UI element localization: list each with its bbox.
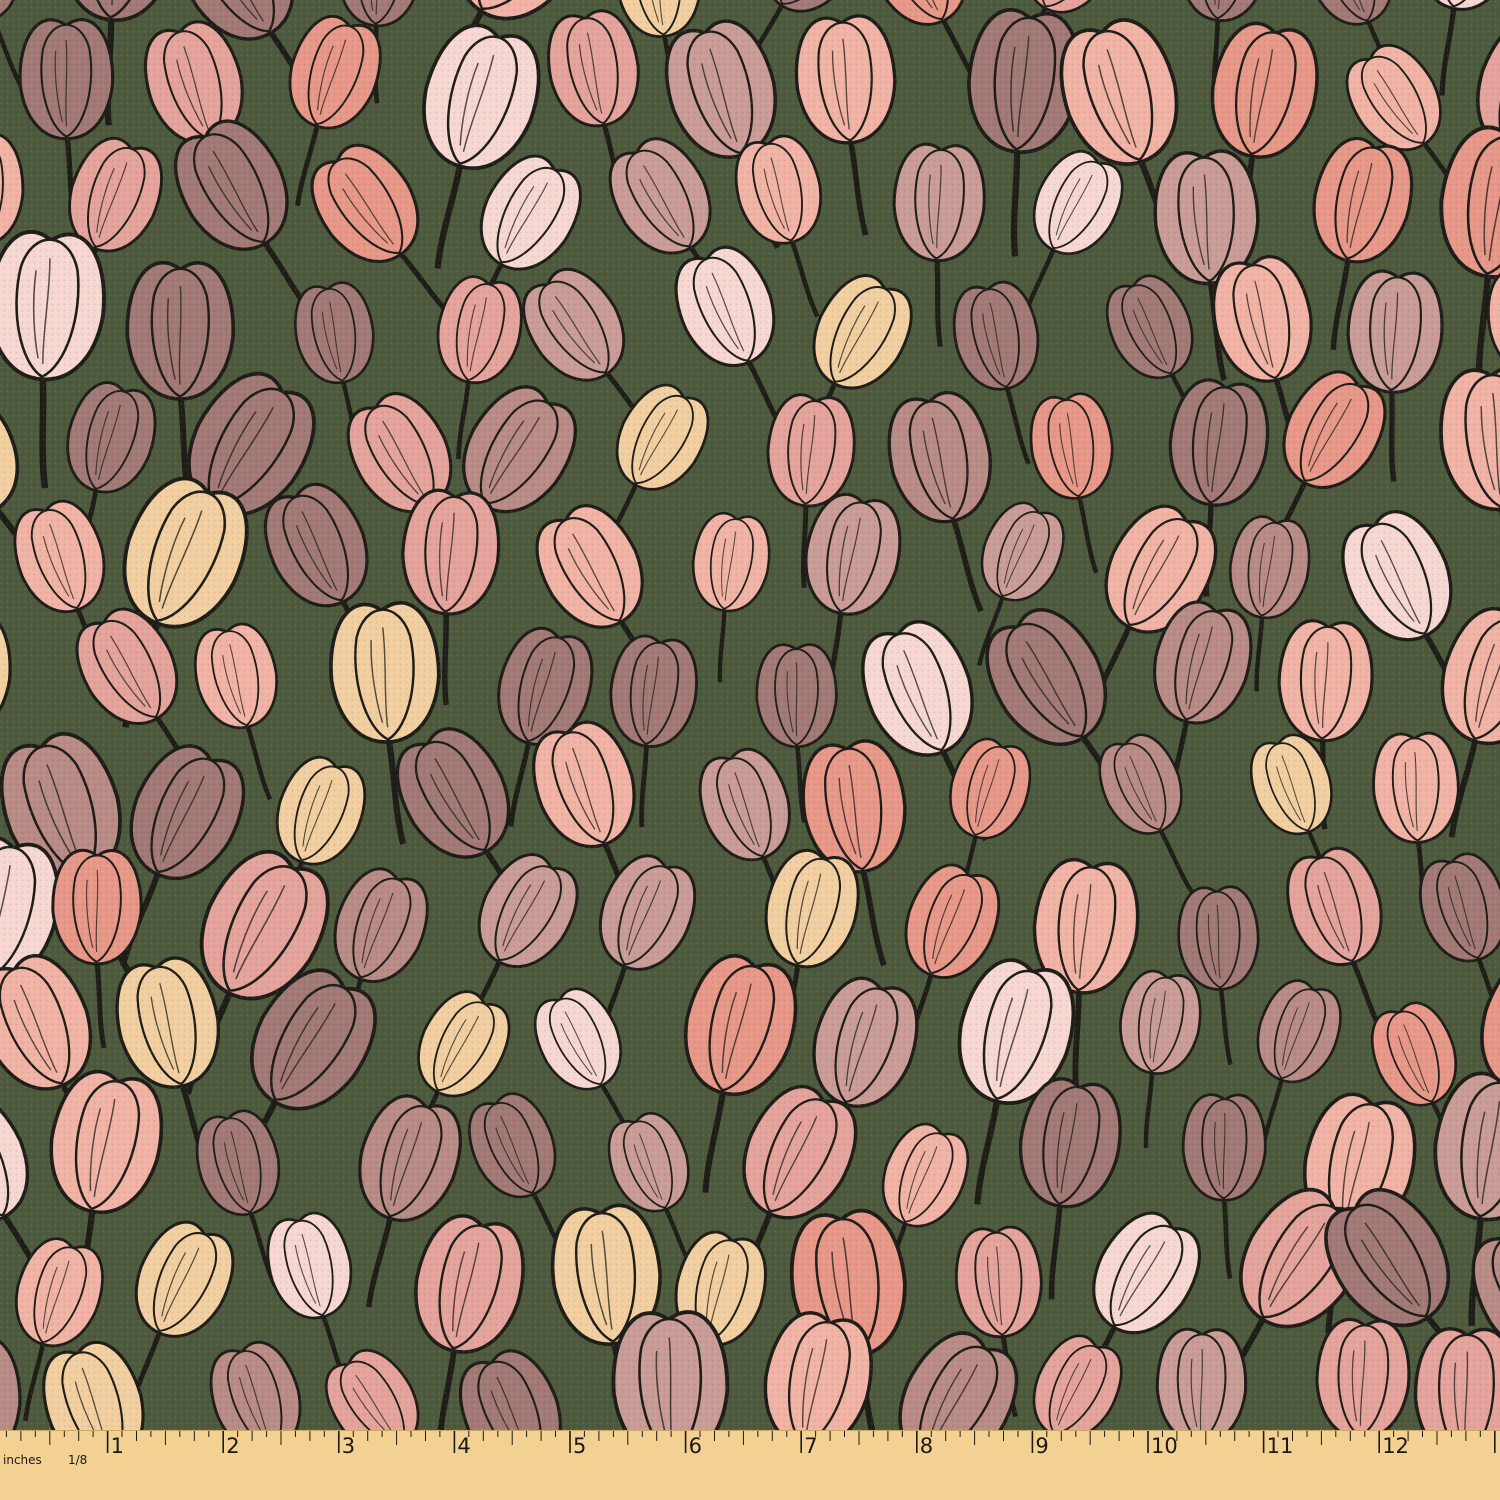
ruler-number: 2	[226, 1434, 239, 1458]
ruler-number: 9	[1035, 1434, 1048, 1458]
ruler-unit-label: inches	[3, 1453, 42, 1467]
ruler-number: 10	[1151, 1434, 1178, 1458]
ruler-number: 12	[1382, 1434, 1409, 1458]
ruler-number: 11	[1267, 1434, 1294, 1458]
ruler-number: 7	[804, 1434, 817, 1458]
ruler-number: 3	[342, 1434, 355, 1458]
ruler-number: 8	[920, 1434, 933, 1458]
fabric-weave-texture	[0, 0, 1500, 1430]
ruler-fraction-label: 1/8	[68, 1453, 87, 1467]
ruler-number: 4	[457, 1434, 470, 1458]
tulip-fabric-pattern	[0, 0, 1500, 1430]
ruler-number: 1	[111, 1434, 124, 1458]
measuring-ruler: 1234567891011121 inches 1/8	[0, 1430, 1500, 1500]
ruler-number: 6	[689, 1434, 702, 1458]
ruler-number: 5	[573, 1434, 586, 1458]
